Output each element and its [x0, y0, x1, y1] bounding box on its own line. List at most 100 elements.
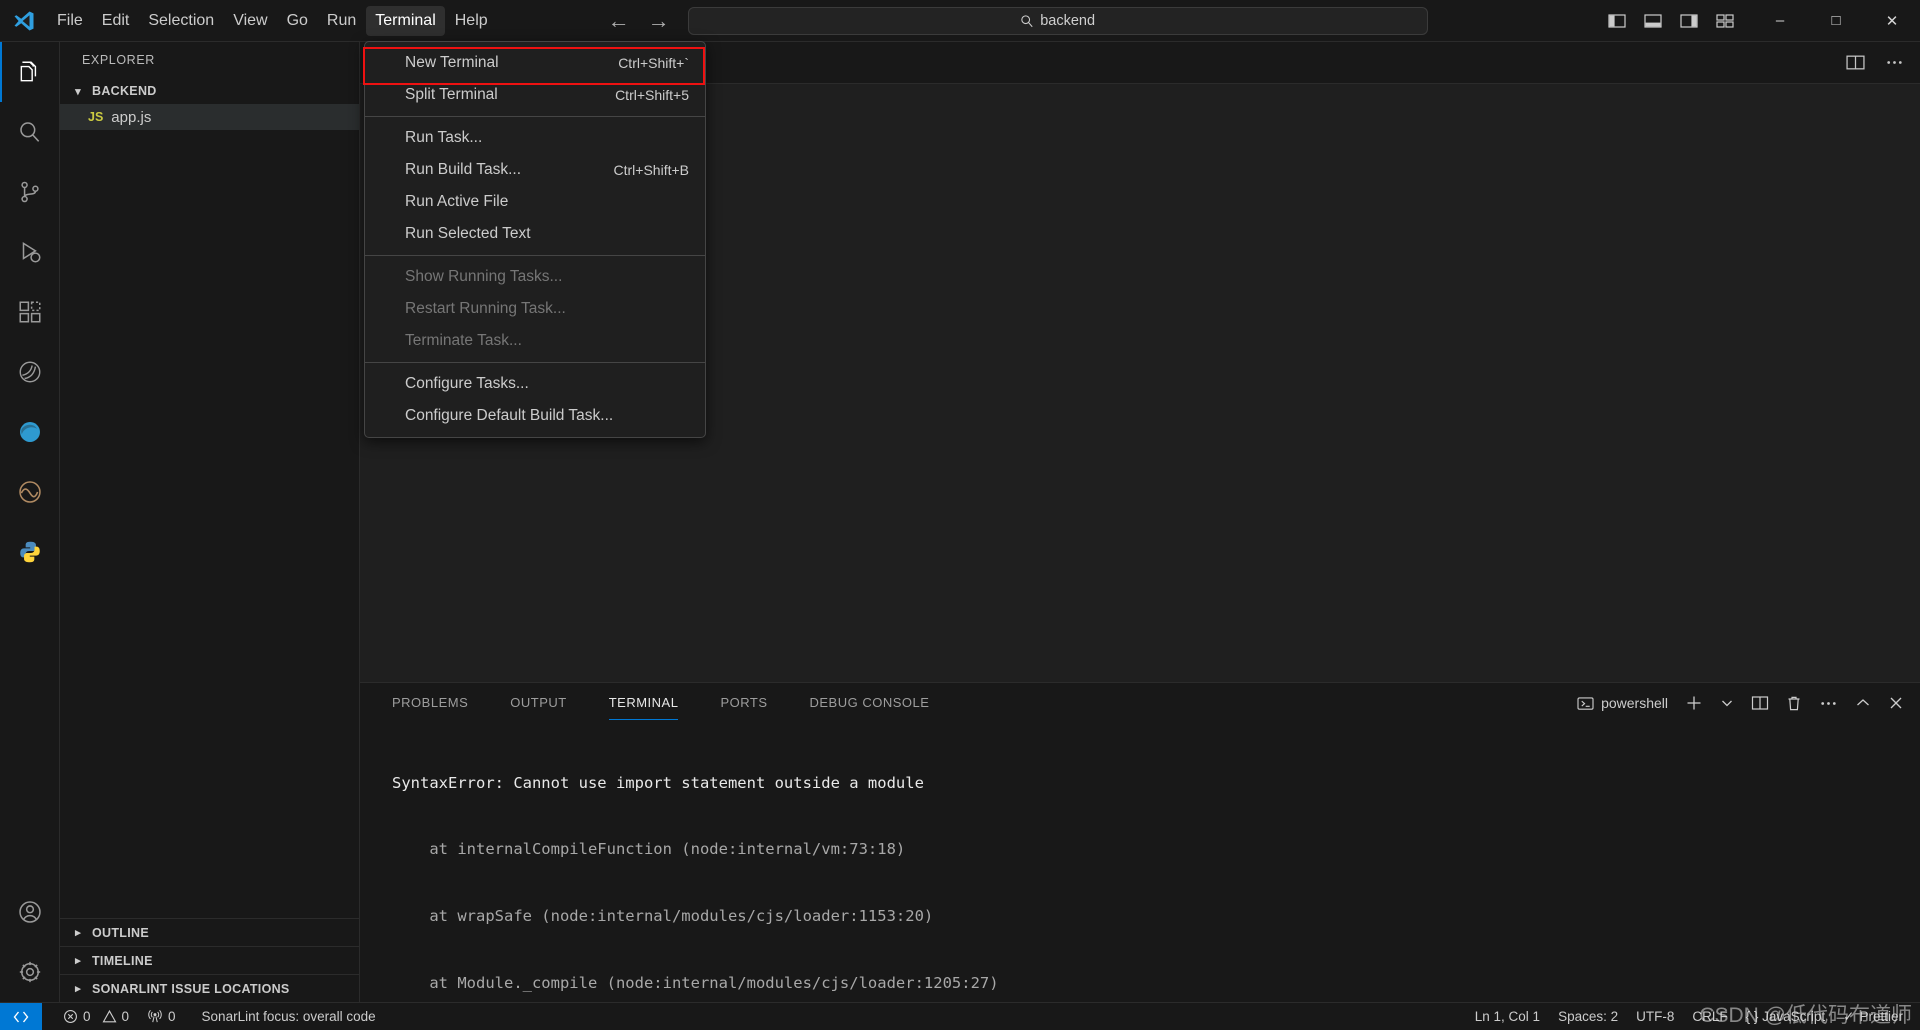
menu-edit[interactable]: Edit	[93, 6, 139, 36]
chevron-down-icon[interactable]	[1720, 696, 1734, 710]
tab-ports[interactable]: PORTS	[720, 683, 767, 723]
split-editor-icon[interactable]	[1846, 54, 1865, 71]
powershell-icon	[1577, 696, 1594, 711]
terminal-menu-dropdown[interactable]: New Terminal Ctrl+Shift+` Split Terminal…	[363, 41, 706, 438]
menu-item-run-active-file[interactable]: Run Active File	[365, 186, 705, 218]
vscode-window: File Edit Selection View Go Run Terminal…	[0, 0, 1920, 1030]
menu-item-label: Run Build Task...	[405, 161, 522, 178]
new-terminal-icon[interactable]	[1685, 694, 1703, 712]
cursor-position[interactable]: Ln 1, Col 1	[1466, 1003, 1549, 1030]
split-terminal-icon[interactable]	[1751, 695, 1769, 711]
menu-terminal[interactable]: Terminal	[366, 5, 445, 36]
more-actions-icon[interactable]	[1819, 695, 1838, 712]
terminal-line: at wrapSafe (node:internal/modules/cjs/l…	[392, 907, 934, 926]
menu-item-new-terminal[interactable]: New Terminal Ctrl+Shift+`	[365, 47, 705, 79]
toggle-primary-sidebar-icon[interactable]	[1608, 13, 1626, 29]
shell-indicator[interactable]: powershell	[1577, 695, 1668, 711]
section-timeline[interactable]: ▸ TIMELINE	[60, 946, 359, 974]
menu-item-configure-tasks[interactable]: Configure Tasks...	[365, 368, 705, 400]
chevron-right-icon: ▸	[75, 955, 81, 967]
maximize-panel-icon[interactable]	[1855, 696, 1871, 710]
maximize-icon[interactable]: □	[1808, 0, 1864, 42]
toggle-panel-icon[interactable]	[1644, 13, 1662, 29]
menu-separator	[365, 116, 705, 117]
menu-go[interactable]: Go	[278, 6, 317, 36]
file-item-appjs[interactable]: JS app.js	[60, 104, 359, 130]
tab-terminal[interactable]: TERMINAL	[608, 683, 679, 723]
prettier-label: Prettier	[1859, 1009, 1903, 1024]
menu-file[interactable]: File	[48, 6, 92, 36]
menu-item-shortcut: Ctrl+Shift+B	[613, 162, 689, 178]
remote-window-icon[interactable]	[0, 1002, 42, 1030]
python-icon[interactable]	[0, 522, 60, 582]
tab-problems[interactable]: PROBLEMS	[392, 683, 468, 723]
status-bar: 0 0 0 SonarLint focus: overall code Ln 1…	[0, 1002, 1920, 1030]
sidebar-empty-space	[60, 130, 359, 918]
close-panel-icon[interactable]	[1888, 695, 1904, 711]
menu-separator	[365, 362, 705, 363]
section-outline[interactable]: ▸ OUTLINE	[60, 918, 359, 946]
chevron-right-icon: ▸	[75, 927, 81, 939]
error-count: 0	[83, 1009, 91, 1024]
toggle-secondary-sidebar-icon[interactable]	[1680, 13, 1698, 29]
search-input[interactable]: backend	[687, 6, 1428, 35]
edge-tools-icon[interactable]	[0, 402, 60, 462]
extensions-icon[interactable]	[0, 282, 60, 342]
customize-layout-icon[interactable]	[1716, 13, 1734, 29]
source-control-icon[interactable]	[0, 162, 60, 222]
more-actions-icon[interactable]	[1885, 54, 1904, 71]
sonarlint-icon[interactable]	[0, 342, 60, 402]
minimize-icon[interactable]: –	[1752, 0, 1808, 42]
folder-backend[interactable]: ▾ BACKEND	[60, 78, 359, 104]
language-mode[interactable]: { } JavaScript	[1737, 1003, 1835, 1030]
eol[interactable]: CRLF	[1683, 1003, 1736, 1030]
gear-icon[interactable]	[0, 942, 60, 1002]
menu-item-show-running-tasks: Show Running Tasks...	[365, 261, 705, 293]
section-sonarlint-issue-locations[interactable]: ▸ SONARLINT ISSUE LOCATIONS	[60, 974, 359, 1002]
menu-item-run-task[interactable]: Run Task...	[365, 122, 705, 154]
indentation[interactable]: Spaces: 2	[1549, 1003, 1627, 1030]
menu-item-run-selected-text[interactable]: Run Selected Text	[365, 218, 705, 250]
workbench-body: EXPLORER ▾ BACKEND JS app.js ▸ OUTLINE ▸…	[0, 42, 1920, 1002]
explorer-sidebar: EXPLORER ▾ BACKEND JS app.js ▸ OUTLINE ▸…	[60, 42, 360, 1002]
menu-item-split-terminal[interactable]: Split Terminal Ctrl+Shift+5	[365, 79, 705, 111]
menu-view[interactable]: View	[224, 6, 276, 36]
run-and-debug-icon[interactable]	[0, 222, 60, 282]
sidebar-title: EXPLORER	[82, 53, 155, 67]
tab-output[interactable]: OUTPUT	[510, 683, 566, 723]
menu-item-label: Run Selected Text	[405, 225, 531, 242]
close-icon[interactable]: ✕	[1864, 0, 1920, 42]
section-label: TIMELINE	[92, 953, 153, 968]
problems-status[interactable]: 0 0	[54, 1003, 138, 1030]
ports-status[interactable]: 0	[138, 1003, 185, 1030]
menu-help[interactable]: Help	[446, 6, 497, 36]
title-bar: File Edit Selection View Go Run Terminal…	[0, 0, 1920, 42]
kill-terminal-icon[interactable]	[1786, 695, 1802, 712]
menu-item-label: Restart Running Task...	[405, 300, 566, 317]
menu-run[interactable]: Run	[318, 6, 365, 36]
sonarlint-status[interactable]: SonarLint focus: overall code	[193, 1003, 385, 1030]
menu-item-label: Configure Default Build Task...	[405, 407, 614, 424]
menu-item-restart-running-task: Restart Running Task...	[365, 293, 705, 325]
tab-debug-console[interactable]: DEBUG CONSOLE	[810, 683, 930, 723]
menu-item-label: Terminate Task...	[405, 332, 522, 349]
account-icon[interactable]	[0, 882, 60, 942]
explorer-files-icon[interactable]	[0, 42, 60, 102]
section-label: SONARLINT ISSUE LOCATIONS	[92, 981, 290, 996]
folder-label: BACKEND	[92, 84, 157, 98]
menu-item-run-build-task[interactable]: Run Build Task... Ctrl+Shift+B	[365, 154, 705, 186]
encoding[interactable]: UTF-8	[1627, 1003, 1683, 1030]
prettier-status[interactable]: ✓ Prettier	[1834, 1003, 1912, 1030]
chevron-down-icon: ▾	[75, 85, 81, 98]
menu-item-new-terminal-wrapper: New Terminal Ctrl+Shift+`	[363, 47, 705, 85]
menu-item-configure-default-build-task[interactable]: Configure Default Build Task...	[365, 400, 705, 432]
menu-selection[interactable]: Selection	[139, 6, 223, 36]
wave-icon[interactable]	[0, 462, 60, 522]
terminal-output[interactable]: SyntaxError: Cannot use import statement…	[360, 723, 1920, 1002]
window-controls: – □ ✕	[1752, 0, 1920, 42]
search-icon[interactable]	[0, 102, 60, 162]
arrow-right-icon[interactable]: →	[648, 9, 670, 32]
menu-item-terminate-task: Terminate Task...	[365, 325, 705, 357]
section-label: OUTLINE	[92, 925, 149, 940]
arrow-left-icon[interactable]: ←	[608, 9, 630, 32]
